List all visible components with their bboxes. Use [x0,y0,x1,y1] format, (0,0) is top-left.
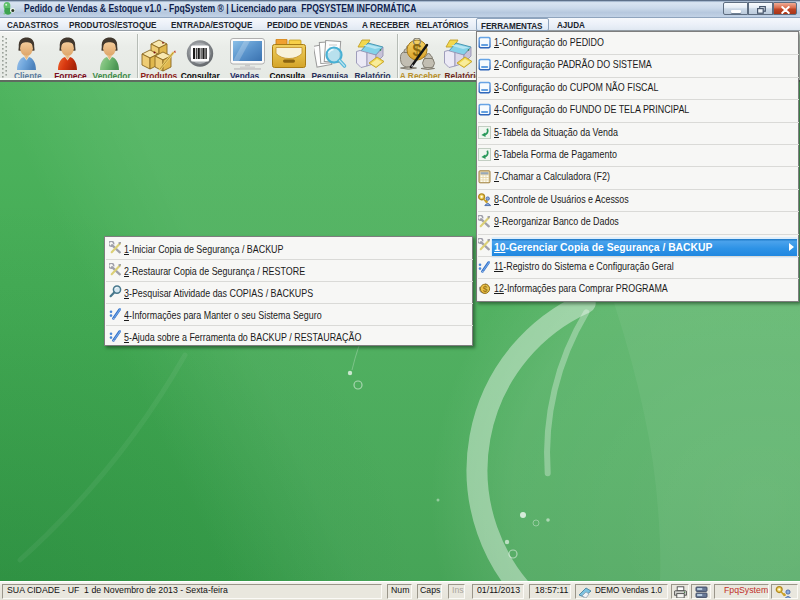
svg-text:$: $ [413,42,422,59]
